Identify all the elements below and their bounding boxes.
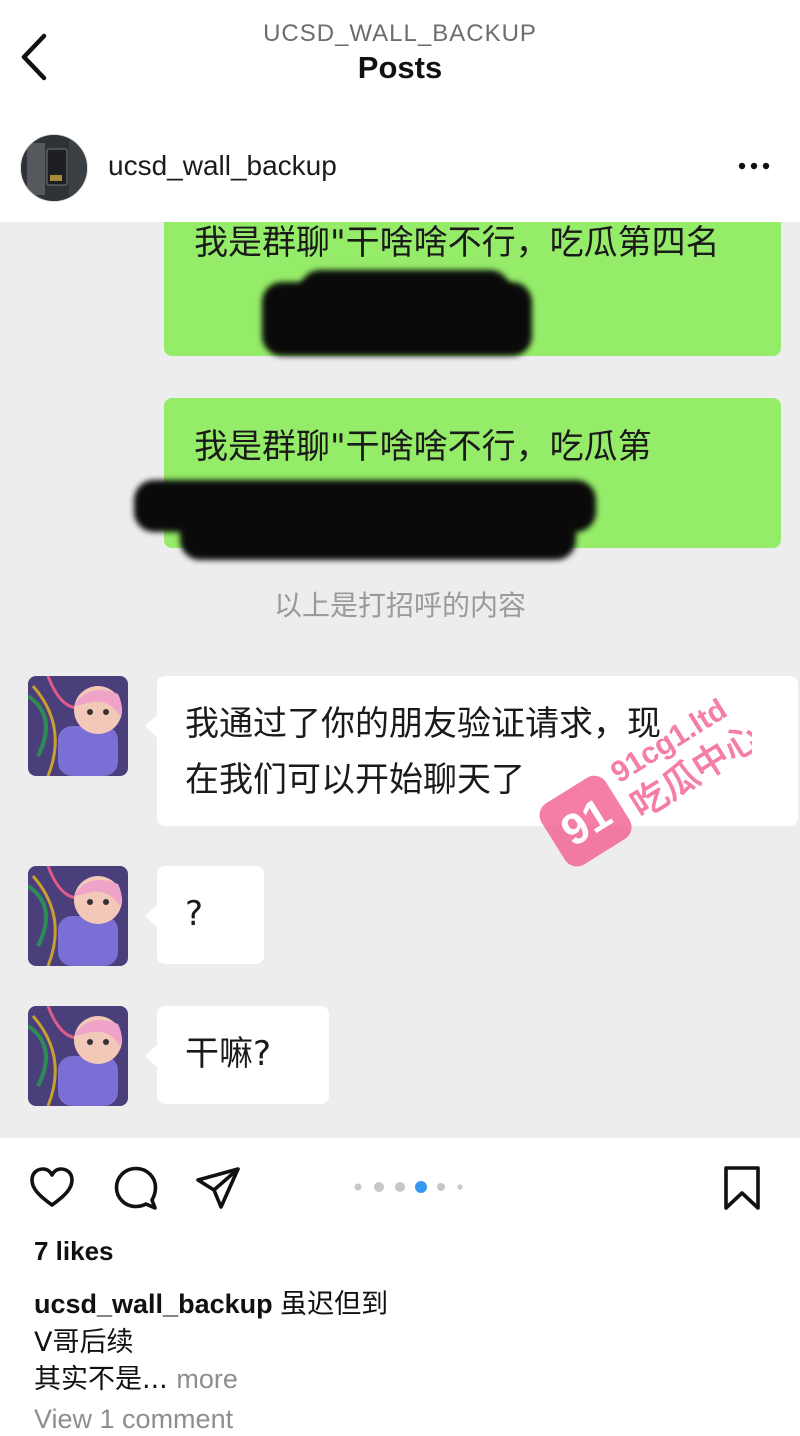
sent-message-text: 我是群聊"干啥啥不行，吃瓜第: [194, 427, 652, 467]
caption-line: 其实不是... more: [34, 1357, 238, 1396]
post-author-bar: ucsd_wall_backup: [0, 102, 800, 222]
carousel-indicator: [354, 1181, 463, 1193]
received-message-bubble: 干嘛?: [145, 1006, 329, 1104]
more-options-icon[interactable]: [736, 152, 772, 180]
carousel-dot: [374, 1182, 384, 1192]
carousel-dot: [457, 1184, 463, 1190]
post-action-bar: [0, 1138, 800, 1234]
received-message-text: 干嘛?: [185, 1034, 272, 1074]
top-bar: UCSD_WALL_BACKUP Posts: [0, 0, 800, 103]
heart-icon[interactable]: [28, 1164, 76, 1212]
redaction-mark: [180, 504, 576, 560]
carousel-dot: [395, 1182, 405, 1192]
more-link[interactable]: more: [176, 1364, 238, 1394]
author-avatar[interactable]: [20, 134, 88, 202]
redaction-mark: [300, 270, 510, 310]
carousel-dot: [354, 1183, 362, 1191]
post-image-chat-screenshot[interactable]: 我是群聊"干啥啥不行，吃瓜第四名 我是群聊"干啥啥不行，吃瓜第 以上是打招呼的内…: [0, 222, 800, 1138]
page-title: Posts: [357, 50, 443, 85]
system-note: 以上是打招呼的内容: [273, 589, 526, 622]
carousel-dot: [437, 1183, 445, 1191]
received-message-text: ?: [185, 894, 204, 934]
carousel-dot-active: [415, 1181, 427, 1193]
author-username[interactable]: ucsd_wall_backup: [108, 150, 337, 182]
caption-text: 虽迟但到: [280, 1289, 389, 1320]
received-message-bubble: ?: [145, 866, 264, 964]
bookmark-icon[interactable]: [718, 1164, 766, 1212]
sent-message-text: 我是群聊"干啥啥不行，吃瓜第四名: [194, 223, 720, 263]
account-label: UCSD_WALL_BACKUP: [263, 20, 537, 47]
share-icon[interactable]: [194, 1164, 242, 1212]
view-comments-link[interactable]: View 1 comment: [34, 1404, 233, 1435]
comment-icon[interactable]: [112, 1164, 160, 1212]
caption-line: ucsd_wall_backup 虽迟但到: [34, 1282, 388, 1321]
contact-avatar: [28, 1006, 128, 1106]
watermark-logo: 91 91cg1.ltd 吃瓜中心: [539, 693, 752, 867]
caption-line: V哥后续: [34, 1327, 134, 1358]
caption-username[interactable]: ucsd_wall_backup: [34, 1289, 273, 1319]
likes-count[interactable]: 7 likes: [34, 1236, 114, 1267]
contact-avatar: [28, 866, 128, 966]
contact-avatar: [28, 676, 128, 776]
caption-text: 其实不是...: [34, 1364, 168, 1395]
